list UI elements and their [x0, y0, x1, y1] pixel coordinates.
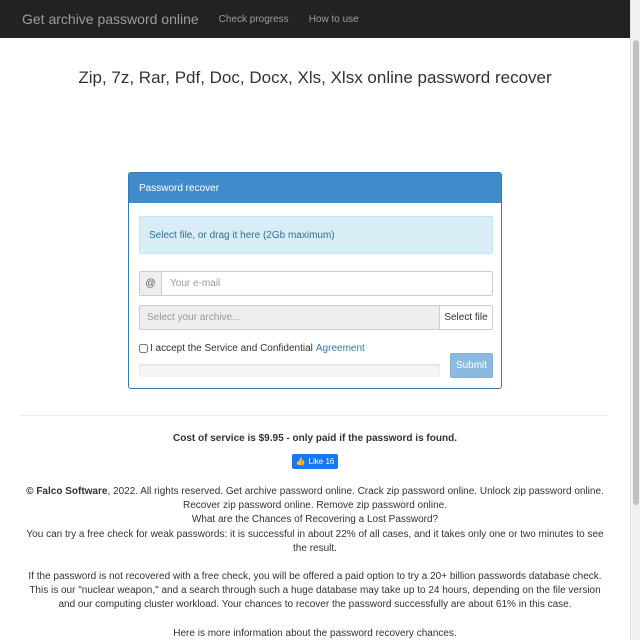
file-drop-zone[interactable]: Select file, or drag it here (2Gb maximu… [139, 216, 493, 254]
more-info-text: Here is more information about the passw… [173, 627, 457, 639]
agreement-checkbox[interactable] [139, 344, 148, 353]
select-file-button[interactable]: Select file [439, 305, 493, 330]
navbar: Get archive password online Check progre… [0, 0, 630, 38]
brand-link[interactable]: Get archive password online [22, 11, 199, 27]
facebook-like-button[interactable]: 👍 Like 16 [292, 454, 338, 469]
like-count: 16 [325, 457, 335, 466]
archive-input-group: Select file [139, 305, 493, 330]
scrollbar-thumb[interactable] [633, 40, 639, 505]
at-sign-icon: @ [139, 271, 161, 296]
email-field[interactable] [161, 271, 493, 296]
free-check-text: You can try a free check for weak passwo… [26, 528, 604, 554]
password-recover-panel: Password recover Select file, or drag it… [128, 172, 502, 389]
info-section: © Falco Software, 2022. All rights reser… [20, 485, 610, 641]
upload-progress-bar [139, 364, 440, 377]
copyright-rest: , 2022. All rights reserved. Get archive… [107, 486, 604, 512]
email-input-group: @ [139, 271, 493, 296]
chances-question: What are the Chances of Recovering a Los… [191, 514, 439, 526]
panel-heading: Password recover [129, 173, 501, 203]
paid-option-text: If the password is not recovered with a … [28, 571, 602, 611]
company-name: © Falco Software [26, 486, 108, 497]
like-label: Like [308, 457, 324, 466]
thumbs-up-icon: 👍 [295, 457, 306, 466]
agreement-link[interactable]: Agreement [316, 343, 365, 354]
agreement-row: I accept the Service and Confidential Ag… [139, 343, 365, 354]
nav-how-to-use[interactable]: How to use [309, 14, 359, 25]
nav-check-progress[interactable]: Check progress [219, 14, 289, 25]
submit-button[interactable]: Submit [450, 353, 493, 378]
cost-text: Cost of service is $9.95 - only paid if … [173, 433, 457, 444]
divider [20, 415, 608, 416]
page-title: Zip, 7z, Rar, Pdf, Doc, Docx, Xls, Xlsx … [78, 68, 552, 87]
page-scrollbar[interactable] [630, 0, 640, 640]
copyright-line: © Falco Software, 2022. All rights reser… [20, 485, 610, 513]
archive-field[interactable] [139, 305, 439, 330]
agreement-text: I accept the Service and Confidential [150, 343, 313, 354]
